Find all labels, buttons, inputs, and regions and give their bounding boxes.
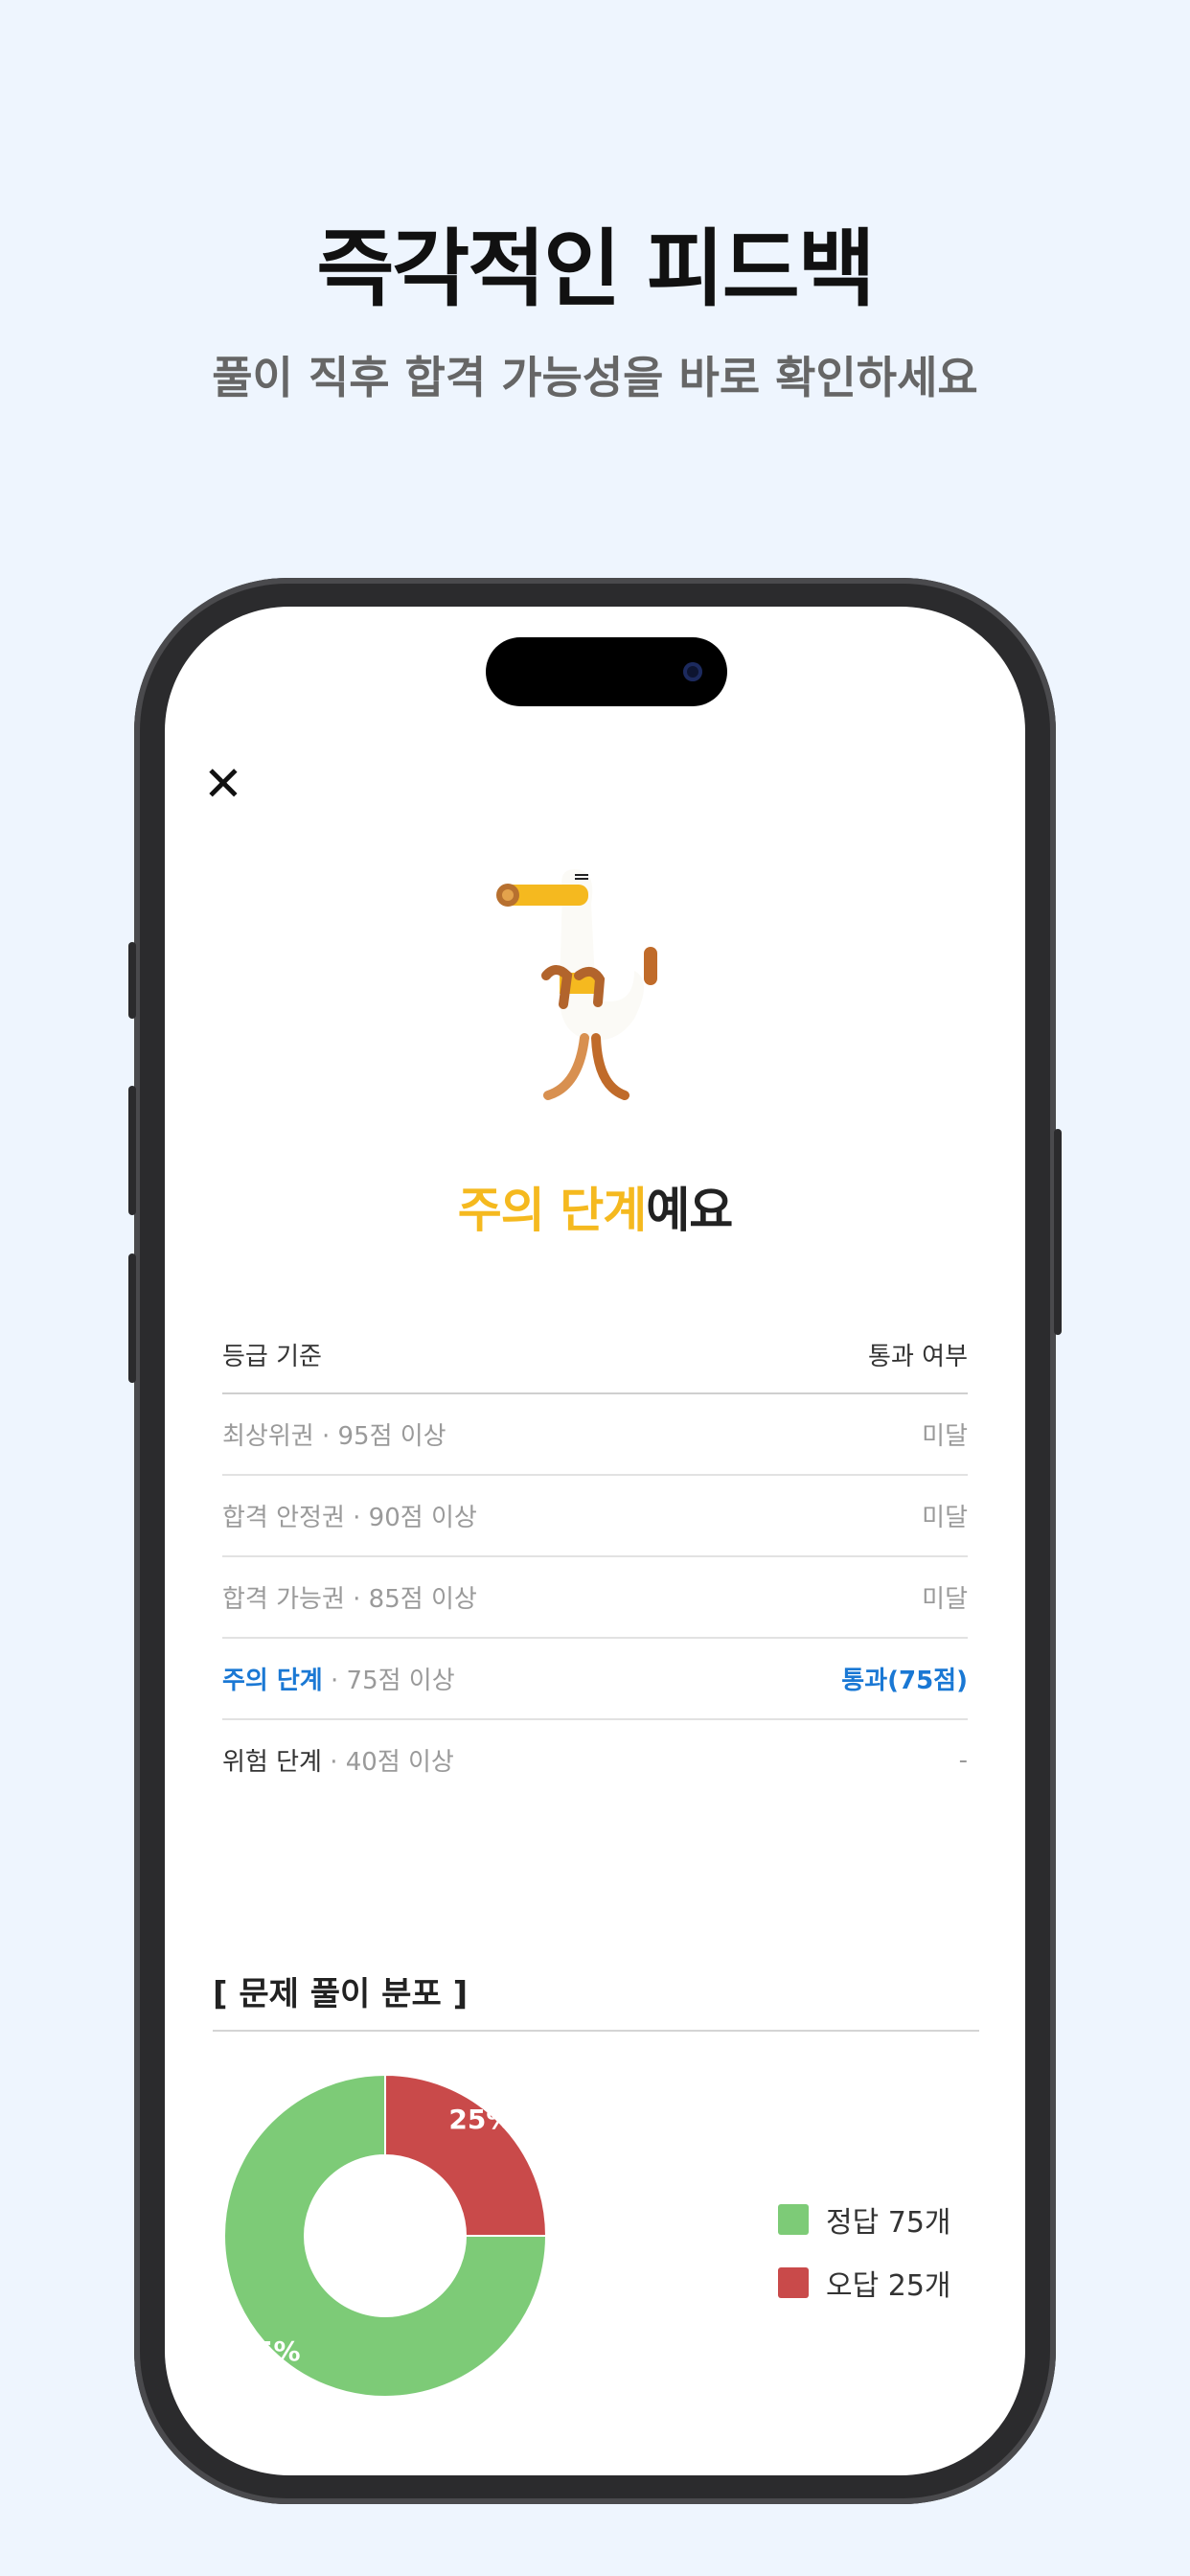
- header-grade-criteria: 등급 기준: [222, 1342, 322, 1371]
- grade-table-header: 등급 기준 통과 여부: [222, 1316, 968, 1394]
- chart-legend: 정답 75개 오답 25개: [778, 2188, 951, 2314]
- header-pass-status: 통과 여부: [868, 1342, 968, 1371]
- volume-down-button: [128, 1254, 136, 1383]
- distribution-title: [ 문제 풀이 분포 ]: [213, 1975, 469, 2013]
- row-criteria: 위험 단계 · 40점 이상: [222, 1748, 454, 1777]
- grade-table: 등급 기준 통과 여부 최상위권 · 95점 이상 미달 합격 안정권 · 90…: [222, 1316, 968, 1800]
- donut-label-오답: 25%: [448, 2104, 513, 2135]
- donut-label-정답: 75%: [237, 2335, 301, 2367]
- row-result: -: [958, 1745, 968, 1775]
- row-result: 미달: [922, 1585, 968, 1614]
- row-criteria: 합격 안정권 · 90점 이상: [222, 1504, 477, 1532]
- status-rest: 예요: [646, 1183, 733, 1238]
- table-row: 최상위권 · 95점 이상 미달: [222, 1394, 968, 1476]
- status-heading: 주의 단계예요: [165, 1172, 1025, 1241]
- donut-slice-오답: [384, 2073, 548, 2237]
- legend-item-correct: 정답 75개: [778, 2188, 951, 2251]
- distribution-divider: [213, 2030, 979, 2032]
- table-row: 합격 가능권 · 85점 이상 미달: [222, 1557, 968, 1639]
- volume-up-button: [128, 1086, 136, 1215]
- row-result: 미달: [922, 1422, 968, 1451]
- action-button: [128, 942, 136, 1019]
- table-row: 합격 안정권 · 90점 이상 미달: [222, 1476, 968, 1557]
- legend-swatch: [778, 2204, 809, 2235]
- legend-item-wrong: 오답 25개: [778, 2251, 951, 2314]
- dynamic-island: [486, 637, 727, 706]
- row-criteria: 최상위권 · 95점 이상: [222, 1422, 446, 1451]
- legend-swatch: [778, 2267, 809, 2298]
- phone-screen: ✕ 주의 단계예요 등급 기준 통과 여부 최상위권 · 95점 이상 미달 합…: [165, 607, 1025, 2475]
- page-headline: 즉각적인 피드백: [316, 219, 875, 318]
- table-row: 위험 단계 · 40점 이상 -: [222, 1720, 968, 1800]
- row-result-pass: 통과(75점): [841, 1667, 968, 1695]
- status-highlight: 주의 단계: [457, 1183, 647, 1238]
- distribution-donut-chart: 25% 75%: [223, 2073, 548, 2398]
- page-subline: 풀이 직후 합격 가능성을 바로 확인하세요: [212, 352, 978, 403]
- close-icon[interactable]: ✕: [199, 760, 247, 808]
- row-criteria: 합격 가능권 · 85점 이상: [222, 1585, 477, 1614]
- row-result: 미달: [922, 1504, 968, 1532]
- bird-mascot-illustration: [496, 869, 657, 1100]
- phone-frame: ✕ 주의 단계예요 등급 기준 통과 여부 최상위권 · 95점 이상 미달 합…: [128, 578, 1062, 2504]
- table-row-current: 주의 단계 · 75점 이상 통과(75점): [222, 1639, 968, 1720]
- row-criteria: 주의 단계 · 75점 이상: [222, 1667, 455, 1695]
- power-button: [1054, 1129, 1062, 1335]
- camera-lens: [683, 662, 702, 681]
- legend-label: 정답 75개: [826, 2206, 951, 2240]
- legend-label: 오답 25개: [826, 2269, 951, 2303]
